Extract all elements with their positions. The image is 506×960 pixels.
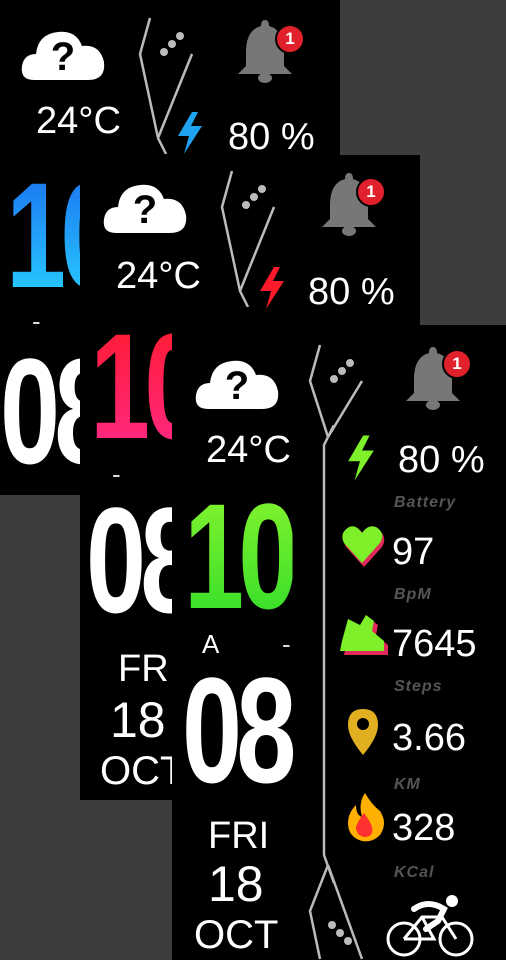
distance-value: 3.66 [392, 717, 466, 759]
weather-unknown-cloud-icon: ? [21, 31, 105, 80]
calories-label: KCal [394, 864, 435, 881]
month: OCT [194, 913, 279, 957]
heart-icon [342, 526, 385, 567]
temperature: 24°C [206, 429, 291, 471]
shoe-icon [340, 615, 388, 655]
lightning-icon [178, 112, 202, 154]
svg-text:?: ? [133, 188, 157, 232]
battery-label: Battery [394, 494, 457, 511]
calories-value: 328 [392, 807, 456, 849]
notification-badge: 1 [442, 349, 472, 379]
minute: 08 [182, 646, 296, 814]
weather-unknown-cloud-icon: ? [103, 184, 187, 233]
weather-unknown-cloud-icon: ? [195, 360, 279, 409]
svg-text:?: ? [225, 364, 249, 408]
heart-rate-value: 97 [392, 531, 435, 573]
heart-rate-label: BpM [394, 586, 432, 603]
battery-value: 80 % [308, 271, 395, 313]
distance-label: KM [394, 776, 421, 793]
cyclist-icon[interactable] [384, 895, 476, 957]
lightning-icon [260, 267, 284, 309]
flame-icon [348, 793, 384, 842]
hour: 10 [184, 472, 298, 640]
vertical-divider [322, 425, 336, 884]
battery-value: 80 % [228, 116, 315, 158]
divider-decoration-bottom [308, 865, 364, 960]
day-of-month: 18 [208, 856, 264, 912]
lightning-icon [348, 435, 374, 481]
notification-badge: 1 [356, 177, 386, 207]
day-of-month: 18 [110, 692, 166, 748]
svg-text:?: ? [51, 35, 75, 79]
temperature: 24°C [116, 255, 201, 297]
weekday: FRI [118, 648, 180, 690]
weekday: FRI [208, 815, 270, 857]
battery-value: 80 % [398, 439, 485, 481]
steps-label: Steps [394, 678, 443, 695]
notification-badge: 1 [275, 24, 305, 54]
watchface-main-green: ? 1 24°C 10 A - 08 FRI 18 OCT 80 % Batte… [172, 325, 506, 960]
steps-value: 7645 [392, 623, 477, 665]
location-pin-icon [348, 709, 378, 755]
divider-decoration-top [308, 344, 364, 437]
temperature: 24°C [36, 100, 121, 142]
